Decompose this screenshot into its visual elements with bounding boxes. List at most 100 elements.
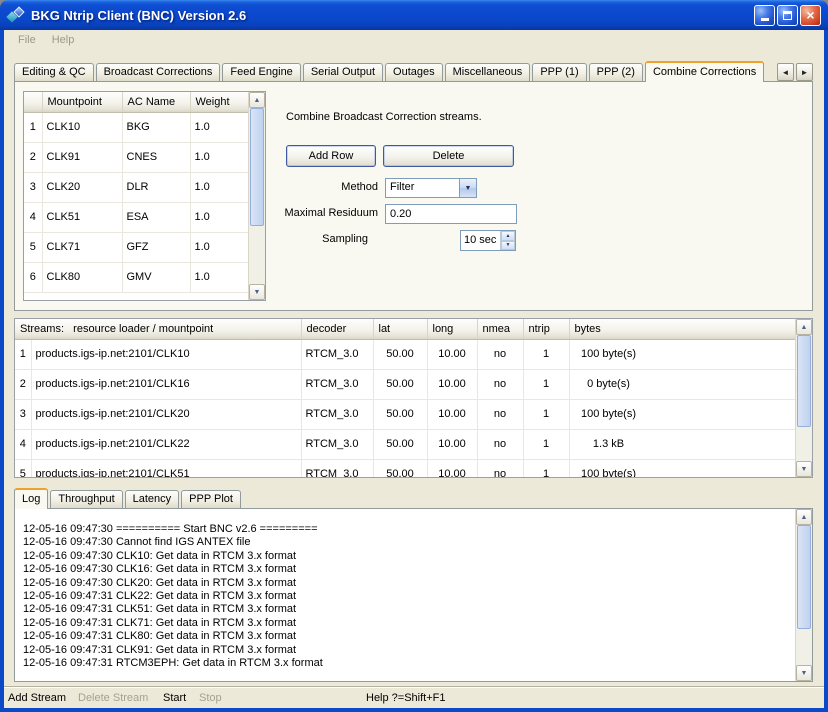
cell-long[interactable]: 10.00 — [427, 429, 477, 459]
cell-ntrip[interactable]: 1 — [523, 339, 569, 369]
menu-file[interactable]: File — [10, 32, 44, 48]
close-button[interactable]: × — [800, 5, 821, 26]
combine-row[interactable]: 5 CLK71 GFZ 1.0 — [24, 232, 248, 262]
cell-mountpoint[interactable]: CLK91 — [42, 142, 122, 172]
combine-row[interactable]: 2 CLK91 CNES 1.0 — [24, 142, 248, 172]
cell-decoder[interactable]: RTCM_3.0 — [301, 429, 373, 459]
streams-scrollbar[interactable]: ▲ ▼ — [795, 319, 812, 477]
titlebar[interactable]: BKG Ntrip Client (BNC) Version 2.6 × — [0, 0, 828, 30]
cell-lat[interactable]: 50.00 — [373, 339, 427, 369]
cell-ac-name[interactable]: GMV — [122, 262, 190, 292]
cell-nmea[interactable]: no — [477, 459, 523, 477]
cell-resource[interactable]: products.igs-ip.net:2101/CLK51 — [31, 459, 301, 477]
scroll-up-icon[interactable]: ▲ — [796, 509, 812, 525]
stream-row[interactable]: 4 products.igs-ip.net:2101/CLK22 RTCM_3.… — [15, 429, 795, 459]
start-button[interactable]: Start — [163, 692, 186, 704]
cell-ntrip[interactable]: 1 — [523, 459, 569, 477]
cell-bytes[interactable]: 100 byte(s) — [569, 459, 795, 477]
cell-ac-name[interactable]: BKG — [122, 112, 190, 142]
cell-bytes[interactable]: 1.3 kB — [569, 429, 795, 459]
tab-scroll-left-button[interactable]: ◄ — [777, 63, 794, 81]
menu-help[interactable]: Help — [44, 32, 83, 48]
cell-weight[interactable]: 1.0 — [190, 202, 248, 232]
cell-decoder[interactable]: RTCM_3.0 — [301, 369, 373, 399]
tab-throughput[interactable]: Throughput — [50, 490, 122, 508]
minimize-button[interactable] — [754, 5, 775, 26]
tab-outages[interactable]: Outages — [385, 63, 443, 81]
cell-mountpoint[interactable]: CLK10 — [42, 112, 122, 142]
cell-resource[interactable]: products.igs-ip.net:2101/CLK10 — [31, 339, 301, 369]
tab-combine-corrections[interactable]: Combine Corrections — [645, 61, 764, 82]
cell-nmea[interactable]: no — [477, 339, 523, 369]
spin-up-icon[interactable]: ▲ — [501, 231, 515, 241]
cell-long[interactable]: 10.00 — [427, 459, 477, 477]
spin-down-icon[interactable]: ▼ — [501, 241, 515, 251]
scrollbar-thumb[interactable] — [797, 335, 811, 427]
cell-lat[interactable]: 50.00 — [373, 429, 427, 459]
cell-bytes[interactable]: 0 byte(s) — [569, 369, 795, 399]
cell-weight[interactable]: 1.0 — [190, 112, 248, 142]
tab-broadcast-corrections[interactable]: Broadcast Corrections — [96, 63, 221, 81]
combine-row[interactable]: 1 CLK10 BKG 1.0 — [24, 112, 248, 142]
cell-weight[interactable]: 1.0 — [190, 172, 248, 202]
scrollbar-track[interactable] — [796, 629, 812, 665]
scroll-up-icon[interactable]: ▲ — [249, 92, 265, 108]
cell-bytes[interactable]: 100 byte(s) — [569, 399, 795, 429]
cell-decoder[interactable]: RTCM_3.0 — [301, 459, 373, 477]
tab-miscellaneous[interactable]: Miscellaneous — [445, 63, 531, 81]
cell-mountpoint[interactable]: CLK51 — [42, 202, 122, 232]
cell-lat[interactable]: 50.00 — [373, 459, 427, 477]
cell-ac-name[interactable]: DLR — [122, 172, 190, 202]
maximize-button[interactable] — [777, 5, 798, 26]
stream-row[interactable]: 1 products.igs-ip.net:2101/CLK10 RTCM_3.… — [15, 339, 795, 369]
cell-ntrip[interactable]: 1 — [523, 399, 569, 429]
tab-latency[interactable]: Latency — [125, 490, 180, 508]
cell-weight[interactable]: 1.0 — [190, 232, 248, 262]
scrollbar-thumb[interactable] — [797, 525, 811, 629]
cell-mountpoint[interactable]: CLK71 — [42, 232, 122, 262]
cell-nmea[interactable]: no — [477, 429, 523, 459]
cell-ac-name[interactable]: ESA — [122, 202, 190, 232]
cell-ntrip[interactable]: 1 — [523, 429, 569, 459]
cell-long[interactable]: 10.00 — [427, 369, 477, 399]
tab-ppp-1[interactable]: PPP (1) — [532, 63, 586, 81]
sampling-spinner[interactable]: 10 sec ▲ ▼ — [460, 230, 516, 251]
cell-resource[interactable]: products.igs-ip.net:2101/CLK22 — [31, 429, 301, 459]
cell-nmea[interactable]: no — [477, 369, 523, 399]
cell-weight[interactable]: 1.0 — [190, 142, 248, 172]
stream-row[interactable]: 2 products.igs-ip.net:2101/CLK16 RTCM_3.… — [15, 369, 795, 399]
cell-lat[interactable]: 50.00 — [373, 399, 427, 429]
cell-mountpoint[interactable]: CLK80 — [42, 262, 122, 292]
cell-bytes[interactable]: 100 byte(s) — [569, 339, 795, 369]
scrollbar-track[interactable] — [796, 427, 812, 461]
add-row-button[interactable]: Add Row — [286, 145, 376, 167]
tab-log[interactable]: Log — [14, 488, 48, 509]
scrollbar-track[interactable] — [249, 226, 265, 284]
combine-table-scrollbar[interactable]: ▲ ▼ — [248, 92, 265, 300]
cell-ac-name[interactable]: CNES — [122, 142, 190, 172]
cell-nmea[interactable]: no — [477, 399, 523, 429]
combine-row[interactable]: 3 CLK20 DLR 1.0 — [24, 172, 248, 202]
cell-ntrip[interactable]: 1 — [523, 369, 569, 399]
cell-resource[interactable]: products.igs-ip.net:2101/CLK20 — [31, 399, 301, 429]
add-stream-button[interactable]: Add Stream — [8, 692, 66, 704]
cell-resource[interactable]: products.igs-ip.net:2101/CLK16 — [31, 369, 301, 399]
combine-row[interactable]: 6 CLK80 GMV 1.0 — [24, 262, 248, 292]
scroll-down-icon[interactable]: ▼ — [796, 665, 812, 681]
method-dropdown[interactable]: Filter ▼ — [385, 178, 477, 198]
tab-ppp-plot[interactable]: PPP Plot — [181, 490, 241, 508]
cell-long[interactable]: 10.00 — [427, 339, 477, 369]
cell-long[interactable]: 10.00 — [427, 399, 477, 429]
stream-row[interactable]: 3 products.igs-ip.net:2101/CLK20 RTCM_3.… — [15, 399, 795, 429]
tab-scroll-right-button[interactable]: ► — [796, 63, 813, 81]
combine-row[interactable]: 4 CLK51 ESA 1.0 — [24, 202, 248, 232]
scrollbar-thumb[interactable] — [250, 108, 264, 226]
cell-lat[interactable]: 50.00 — [373, 369, 427, 399]
cell-weight[interactable]: 1.0 — [190, 262, 248, 292]
help-shortcut-label[interactable]: Help ?=Shift+F1 — [366, 692, 446, 704]
cell-mountpoint[interactable]: CLK20 — [42, 172, 122, 202]
cell-decoder[interactable]: RTCM_3.0 — [301, 339, 373, 369]
tab-serial-output[interactable]: Serial Output — [303, 63, 383, 81]
cell-decoder[interactable]: RTCM_3.0 — [301, 399, 373, 429]
delete-button[interactable]: Delete — [383, 145, 514, 167]
